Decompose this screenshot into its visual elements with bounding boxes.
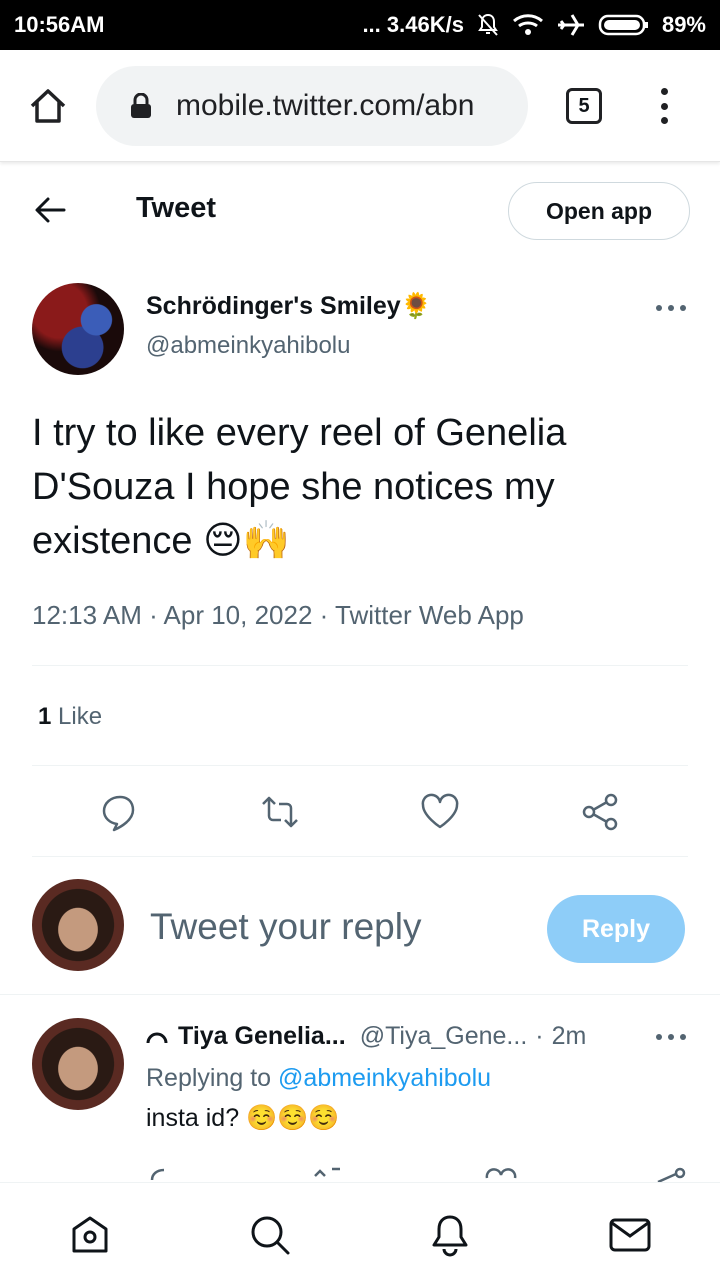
open-app-button[interactable]: Open app	[508, 182, 690, 240]
reply-icon[interactable]	[100, 792, 140, 832]
search-icon[interactable]	[248, 1213, 292, 1257]
network-speed: ... 3.46K/s	[362, 12, 464, 37]
current-user-avatar[interactable]	[32, 879, 124, 971]
lock-icon	[130, 92, 152, 119]
like-count-number: 1	[38, 703, 52, 730]
share-icon[interactable]	[654, 1166, 688, 1182]
tweet-meta: 12:13 AM · Apr 10, 2022 · Twitter Web Ap…	[32, 600, 524, 630]
home-icon[interactable]	[28, 86, 68, 126]
author-handle[interactable]: @abmeinkyahibolu	[146, 332, 350, 360]
replying-mention-link[interactable]: @abmeinkyahibolu	[278, 1064, 491, 1092]
status-bar: 10:56AM ... 3.46K/s 89%	[0, 0, 720, 50]
reply-text: insta id? ☺️☺️☺️	[146, 1104, 340, 1132]
reply-time[interactable]: 2m	[552, 1022, 587, 1051]
messages-icon[interactable]	[608, 1213, 652, 1257]
divider	[32, 665, 688, 666]
tweet-text: I try to like every reel of Genelia D'So…	[32, 412, 567, 562]
tweet-more-icon[interactable]	[656, 305, 686, 313]
retweet-icon[interactable]	[260, 792, 300, 832]
mute-icon	[476, 12, 500, 38]
retweet-icon[interactable]	[312, 1166, 344, 1182]
replying-prefix: Replying to	[146, 1064, 279, 1092]
divider	[32, 765, 688, 766]
status-time: 10:56AM	[14, 12, 105, 37]
battery-icon	[598, 13, 650, 37]
reply-input[interactable]: Tweet your reply	[150, 906, 421, 948]
browser-toolbar: mobile.twitter.com/abn 5	[0, 50, 720, 162]
connection-arc-icon	[146, 1032, 168, 1043]
tweet-actions	[0, 786, 720, 836]
url-text: mobile.twitter.com/abn	[176, 89, 475, 122]
reply-author-line: Tiya Genelia... @Tiya_Gene... · 2m	[146, 1022, 586, 1051]
author-avatar[interactable]	[32, 283, 124, 375]
home-icon[interactable]	[68, 1213, 112, 1257]
reply-button[interactable]: Reply	[547, 895, 685, 963]
likes-count[interactable]: 1 Like	[38, 703, 102, 731]
reply-author-avatar[interactable]	[32, 1018, 124, 1110]
author-name[interactable]: Schrödinger's Smiley🌻	[146, 292, 432, 321]
battery-percent: 89%	[661, 12, 706, 37]
reply-more-icon[interactable]	[656, 1034, 686, 1042]
like-count-label: Like	[51, 703, 103, 730]
share-icon[interactable]	[580, 792, 620, 832]
reply-separator: ·	[535, 1022, 544, 1050]
browser-menu-icon[interactable]	[650, 84, 678, 128]
page-header: Tweet Open app	[0, 170, 720, 252]
page-title: Tweet	[136, 192, 217, 224]
tab-switcher-button[interactable]: 5	[566, 88, 602, 124]
replying-to: Replying to @abmeinkyahibolu	[146, 1064, 491, 1093]
divider	[32, 856, 688, 857]
reply-actions	[0, 1166, 720, 1182]
like-icon[interactable]	[484, 1166, 518, 1182]
wifi-icon	[512, 13, 544, 37]
reply-icon[interactable]	[148, 1166, 180, 1182]
like-icon[interactable]	[420, 792, 460, 832]
back-arrow-icon[interactable]	[34, 196, 66, 224]
address-bar[interactable]: mobile.twitter.com/abn	[96, 66, 528, 146]
divider	[0, 994, 720, 995]
bottom-navigation	[0, 1182, 720, 1280]
airplane-mode-icon	[556, 12, 586, 38]
notifications-icon[interactable]	[428, 1213, 472, 1257]
reply-author-handle[interactable]: @Tiya_Gene...	[360, 1022, 528, 1051]
reply-author-name[interactable]: Tiya Genelia...	[178, 1022, 346, 1051]
